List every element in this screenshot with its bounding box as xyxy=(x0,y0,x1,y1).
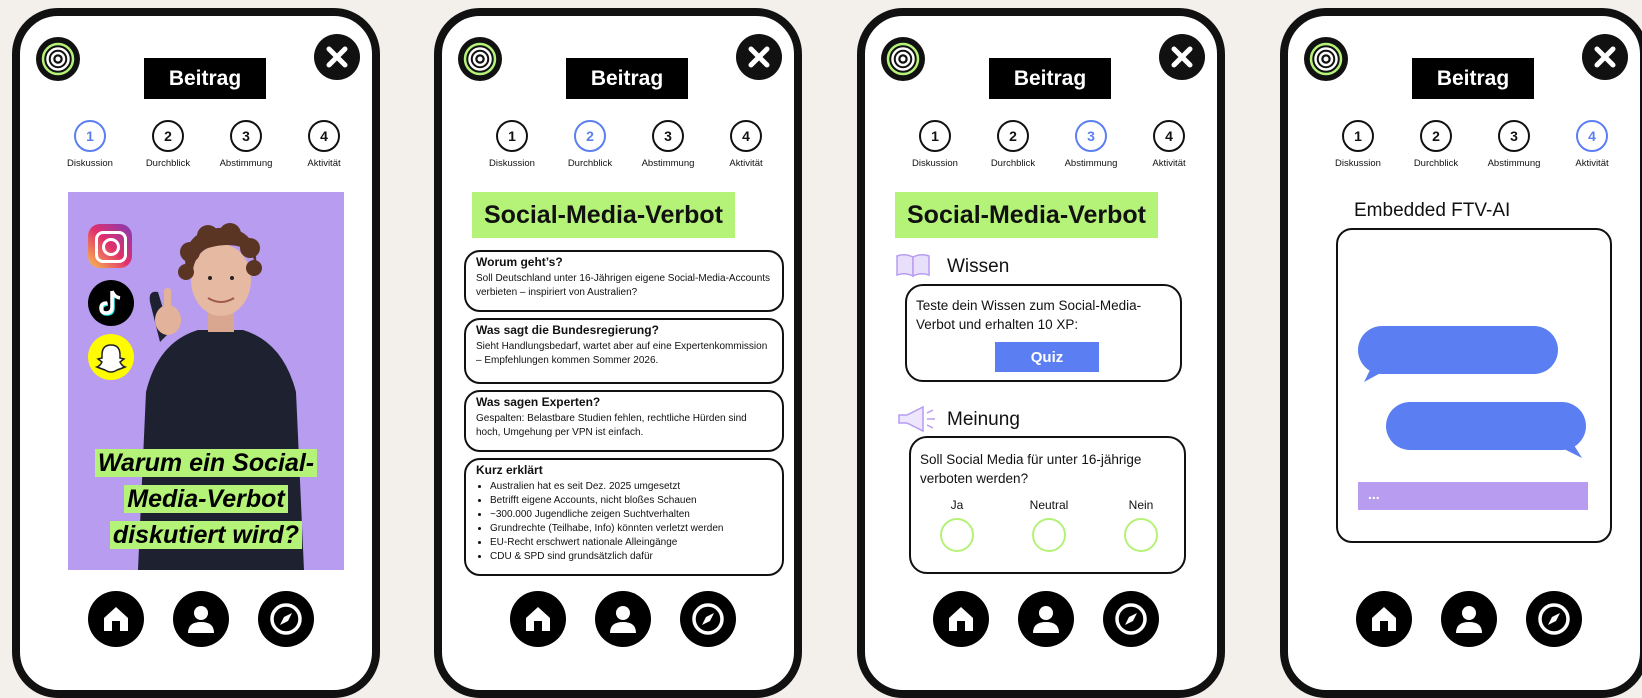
summary-card: Kurz erklärt Australien hat es seit Dez.… xyxy=(464,458,784,576)
info-card: Was sagen Experten? Gespalten: Belastbar… xyxy=(464,390,784,452)
close-icon[interactable] xyxy=(314,34,360,80)
info-card: Was sagt die Bundesregierung? Sieht Hand… xyxy=(464,318,784,384)
tiktok-icon[interactable] xyxy=(88,280,134,326)
book-icon xyxy=(895,252,931,278)
topic-heading: Social-Media-Verbot xyxy=(895,192,1158,238)
poll-box: Soll Social Media für unter 16-jährige v… xyxy=(909,436,1186,574)
chat-input[interactable]: ... xyxy=(1358,482,1588,510)
list-item: Betrifft eigene Accounts, nicht bloßes S… xyxy=(490,494,772,508)
user-icon[interactable] xyxy=(1018,591,1074,647)
list-item: CDU & SPD sind grundsätzlich dafür xyxy=(490,550,772,564)
list-item: EU-Recht erschwert nationale Alleingänge xyxy=(490,536,772,550)
radio-signal-logo-icon[interactable] xyxy=(881,37,925,81)
home-icon[interactable] xyxy=(933,591,989,647)
hero-caption: Warum ein Social- Media-Verbot diskutier… xyxy=(68,445,344,553)
step-abstimmung[interactable]: 3 Abstimmung xyxy=(628,120,708,169)
step-aktivitaet[interactable]: 4 Aktivität xyxy=(284,120,364,169)
compass-icon[interactable] xyxy=(1103,591,1159,647)
list-item: Australien hat es seit Dez. 2025 umgeset… xyxy=(490,480,772,494)
radio-signal-logo-icon[interactable] xyxy=(458,37,502,81)
home-icon[interactable] xyxy=(88,591,144,647)
home-icon[interactable] xyxy=(510,591,566,647)
summary-list: Australien hat es seit Dez. 2025 umgeset… xyxy=(476,480,772,564)
user-icon[interactable] xyxy=(173,591,229,647)
poll-option-neutral[interactable]: Neutral xyxy=(1019,498,1079,552)
info-card: Worum geht’s? Soll Deutschland unter 16-… xyxy=(464,250,784,312)
step-abstimmung[interactable]: 3 Abstimmung xyxy=(206,120,286,169)
list-item: Grundrechte (Teilhabe, Info) könnten ver… xyxy=(490,522,772,536)
poll-option-ja[interactable]: Ja xyxy=(927,498,987,552)
step-durchblick[interactable]: 2 Durchblick xyxy=(1396,120,1476,169)
radio-signal-logo-icon[interactable] xyxy=(1304,37,1348,81)
step-diskussion[interactable]: 1 Diskussion xyxy=(50,120,130,169)
phone-screen-diskussion: Beitrag 1 Diskussion 2 Durchblick 3 Abstimm… xyxy=(12,8,380,698)
chat-title: Embedded FTV-AI xyxy=(1354,200,1511,221)
phone-screen-durchblick: Beitrag 1 Diskussion 2 Durchblick 3 Abstimm… xyxy=(434,8,802,698)
hero-image[interactable]: Warum ein Social- Media-Verbot diskutier… xyxy=(68,192,344,570)
snapchat-icon[interactable] xyxy=(88,334,134,380)
compass-icon[interactable] xyxy=(1526,591,1582,647)
chat-bubble-user xyxy=(1386,402,1586,458)
compass-icon[interactable] xyxy=(680,591,736,647)
meinung-label: Meinung xyxy=(947,409,1020,430)
close-icon[interactable] xyxy=(736,34,782,80)
step-durchblick[interactable]: 2 Durchblick xyxy=(128,120,208,169)
quiz-box: Teste dein Wissen zum Social-Media-Verbo… xyxy=(905,284,1182,382)
radio-signal-logo-icon[interactable] xyxy=(36,37,80,81)
chat-bubble-bot xyxy=(1358,326,1558,382)
close-icon[interactable] xyxy=(1582,34,1628,80)
step-diskussion[interactable]: 1 Diskussion xyxy=(895,120,975,169)
step-aktivitaet[interactable]: 4 Aktivität xyxy=(1129,120,1209,169)
step-aktivitaet[interactable]: 4 Aktivität xyxy=(1552,120,1632,169)
compass-icon[interactable] xyxy=(258,591,314,647)
close-icon[interactable] xyxy=(1159,34,1205,80)
phone-screen-abstimmung: Beitrag 1 Diskussion 2 Durchblick 3 Abstimm… xyxy=(857,8,1225,698)
poll-question: Soll Social Media für unter 16-jährige v… xyxy=(920,452,1142,486)
chat-window: ... xyxy=(1336,228,1612,543)
user-icon[interactable] xyxy=(595,591,651,647)
step-diskussion[interactable]: 1 Diskussion xyxy=(472,120,552,169)
step-diskussion[interactable]: 1 Diskussion xyxy=(1318,120,1398,169)
page-title: Beitrag xyxy=(566,58,688,99)
user-icon[interactable] xyxy=(1441,591,1497,647)
radio-button[interactable] xyxy=(1032,518,1066,552)
step-abstimmung[interactable]: 3 Abstimmung xyxy=(1051,120,1131,169)
step-abstimmung[interactable]: 3 Abstimmung xyxy=(1474,120,1554,169)
topic-heading: Social-Media-Verbot xyxy=(472,192,735,238)
wissen-label: Wissen xyxy=(947,256,1010,277)
instagram-icon[interactable] xyxy=(88,224,132,268)
radio-button[interactable] xyxy=(1124,518,1158,552)
quiz-text: Teste dein Wissen zum Social-Media-Verbo… xyxy=(916,298,1142,332)
quiz-button[interactable]: Quiz xyxy=(995,342,1099,372)
home-icon[interactable] xyxy=(1356,591,1412,647)
page-title: Beitrag xyxy=(144,58,266,99)
step-durchblick[interactable]: 2 Durchblick xyxy=(973,120,1053,169)
radio-button[interactable] xyxy=(940,518,974,552)
step-aktivitaet[interactable]: 4 Aktivität xyxy=(706,120,786,169)
page-title: Beitrag xyxy=(1412,58,1534,99)
page-title: Beitrag xyxy=(989,58,1111,99)
poll-option-nein[interactable]: Nein xyxy=(1111,498,1171,552)
list-item: ~300.000 Jugendliche zeigen Suchtverhalt… xyxy=(490,508,772,522)
megaphone-icon xyxy=(893,404,937,434)
step-durchblick[interactable]: 2 Durchblick xyxy=(550,120,630,169)
phone-screen-aktivitaet: Beitrag 1 Diskussion 2 Durchblick 3 Abstimm… xyxy=(1280,8,1642,698)
